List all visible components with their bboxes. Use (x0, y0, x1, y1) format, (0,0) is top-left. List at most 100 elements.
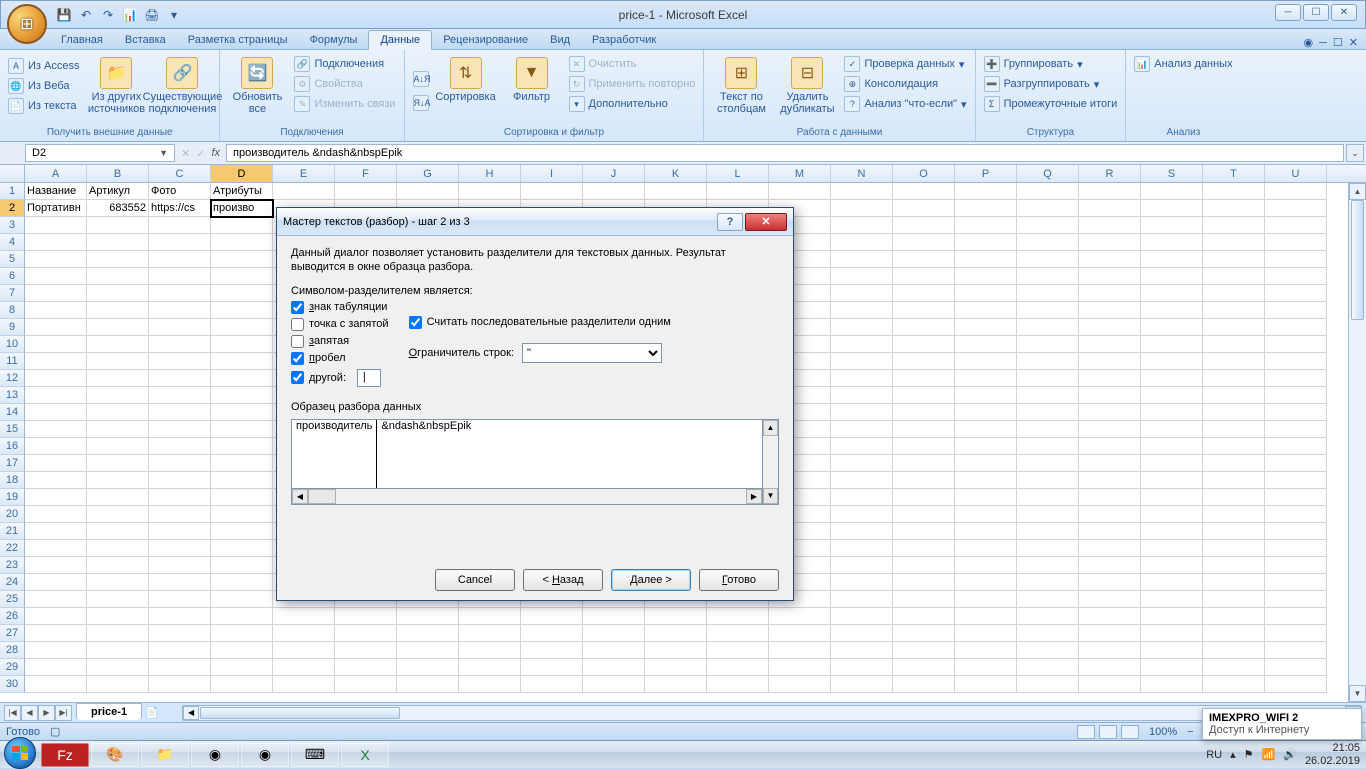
cell[interactable] (149, 302, 211, 319)
cell[interactable] (397, 676, 459, 693)
cell[interactable] (1141, 506, 1203, 523)
cell[interactable] (149, 268, 211, 285)
cell[interactable] (1265, 642, 1327, 659)
cell[interactable] (1017, 200, 1079, 217)
cell[interactable] (1079, 659, 1141, 676)
cell[interactable] (87, 625, 149, 642)
cell[interactable] (955, 387, 1017, 404)
cell[interactable] (955, 642, 1017, 659)
cell[interactable] (1265, 421, 1327, 438)
page-break-view-button[interactable] (1121, 725, 1139, 739)
sort-az-button[interactable]: А↓Я (411, 70, 431, 88)
cell[interactable] (1203, 540, 1265, 557)
cell[interactable] (831, 642, 893, 659)
cell[interactable] (397, 608, 459, 625)
cell[interactable]: Атрибуты (211, 183, 273, 200)
row-header[interactable]: 7 (0, 285, 25, 302)
cell[interactable] (211, 234, 273, 251)
cell[interactable] (707, 676, 769, 693)
cell[interactable] (645, 659, 707, 676)
office-button[interactable]: ⊞ (7, 4, 47, 44)
cell[interactable] (893, 472, 955, 489)
cell[interactable] (1017, 472, 1079, 489)
cell[interactable] (1141, 285, 1203, 302)
undo-icon[interactable]: ↶ (78, 7, 94, 23)
cell[interactable] (87, 659, 149, 676)
cell[interactable] (955, 217, 1017, 234)
cell[interactable] (1203, 285, 1265, 302)
row-header[interactable]: 1 (0, 183, 25, 200)
cell[interactable] (273, 676, 335, 693)
row-header[interactable]: 9 (0, 319, 25, 336)
start-button[interactable] (0, 741, 40, 769)
row-header[interactable]: 20 (0, 506, 25, 523)
delimiter-space-checkbox[interactable]: пробел (291, 352, 389, 365)
cell[interactable] (211, 336, 273, 353)
cell[interactable] (893, 336, 955, 353)
preview-hscroll[interactable]: ◀▶ (292, 488, 762, 504)
cell[interactable] (1203, 506, 1265, 523)
cell[interactable] (25, 302, 87, 319)
cell[interactable] (831, 472, 893, 489)
cell[interactable] (1017, 557, 1079, 574)
cell[interactable] (1141, 353, 1203, 370)
cell[interactable] (1141, 489, 1203, 506)
row-header[interactable]: 24 (0, 574, 25, 591)
group-button[interactable]: ➕Группировать ▾ (982, 55, 1120, 73)
cell[interactable] (1141, 336, 1203, 353)
cell[interactable] (583, 676, 645, 693)
cell[interactable] (1265, 455, 1327, 472)
cell[interactable] (707, 608, 769, 625)
redo-icon[interactable]: ↷ (100, 7, 116, 23)
cell[interactable] (149, 642, 211, 659)
ribbon-minimize-icon[interactable]: ─ (1319, 37, 1327, 49)
cell[interactable] (211, 676, 273, 693)
subtotal-button[interactable]: ΣПромежуточные итоги (982, 95, 1120, 113)
cell[interactable] (25, 217, 87, 234)
cell[interactable] (1141, 625, 1203, 642)
save-icon[interactable]: 💾 (56, 7, 72, 23)
cell[interactable] (1079, 302, 1141, 319)
cell[interactable] (87, 676, 149, 693)
vertical-scrollbar[interactable]: ▲ ▼ (1348, 183, 1366, 702)
cell[interactable] (893, 591, 955, 608)
cell[interactable] (893, 438, 955, 455)
cell[interactable] (87, 489, 149, 506)
cell[interactable] (335, 608, 397, 625)
col-header[interactable]: K (645, 165, 707, 182)
cell[interactable] (25, 574, 87, 591)
cell[interactable] (1203, 421, 1265, 438)
cell[interactable] (1265, 591, 1327, 608)
row-header[interactable]: 18 (0, 472, 25, 489)
cell[interactable] (149, 353, 211, 370)
tray-show-hidden-icon[interactable]: ▴ (1230, 748, 1236, 761)
cell[interactable] (1017, 523, 1079, 540)
cell[interactable] (25, 370, 87, 387)
cell[interactable] (521, 676, 583, 693)
cell[interactable] (211, 353, 273, 370)
cell[interactable] (955, 251, 1017, 268)
cell[interactable] (1203, 319, 1265, 336)
cell[interactable] (1141, 642, 1203, 659)
remove-duplicates-button[interactable]: ⊟Удалить дубликаты (776, 53, 838, 126)
cell[interactable] (1079, 200, 1141, 217)
cell[interactable] (893, 370, 955, 387)
cell[interactable] (273, 642, 335, 659)
cell[interactable] (25, 489, 87, 506)
taskbar-app[interactable]: Fz (41, 743, 89, 767)
row-header[interactable]: 19 (0, 489, 25, 506)
cell[interactable] (273, 625, 335, 642)
cell[interactable] (1017, 183, 1079, 200)
cell[interactable] (707, 642, 769, 659)
cell[interactable] (955, 353, 1017, 370)
cell[interactable] (1017, 659, 1079, 676)
delimiter-comma-checkbox[interactable]: запятая (291, 335, 389, 348)
cell[interactable] (831, 523, 893, 540)
cell[interactable] (893, 353, 955, 370)
cell[interactable] (87, 387, 149, 404)
cell[interactable] (1017, 438, 1079, 455)
cell[interactable] (87, 574, 149, 591)
cell[interactable] (149, 625, 211, 642)
keyboard-lang[interactable]: RU (1206, 749, 1222, 761)
cell[interactable] (831, 200, 893, 217)
